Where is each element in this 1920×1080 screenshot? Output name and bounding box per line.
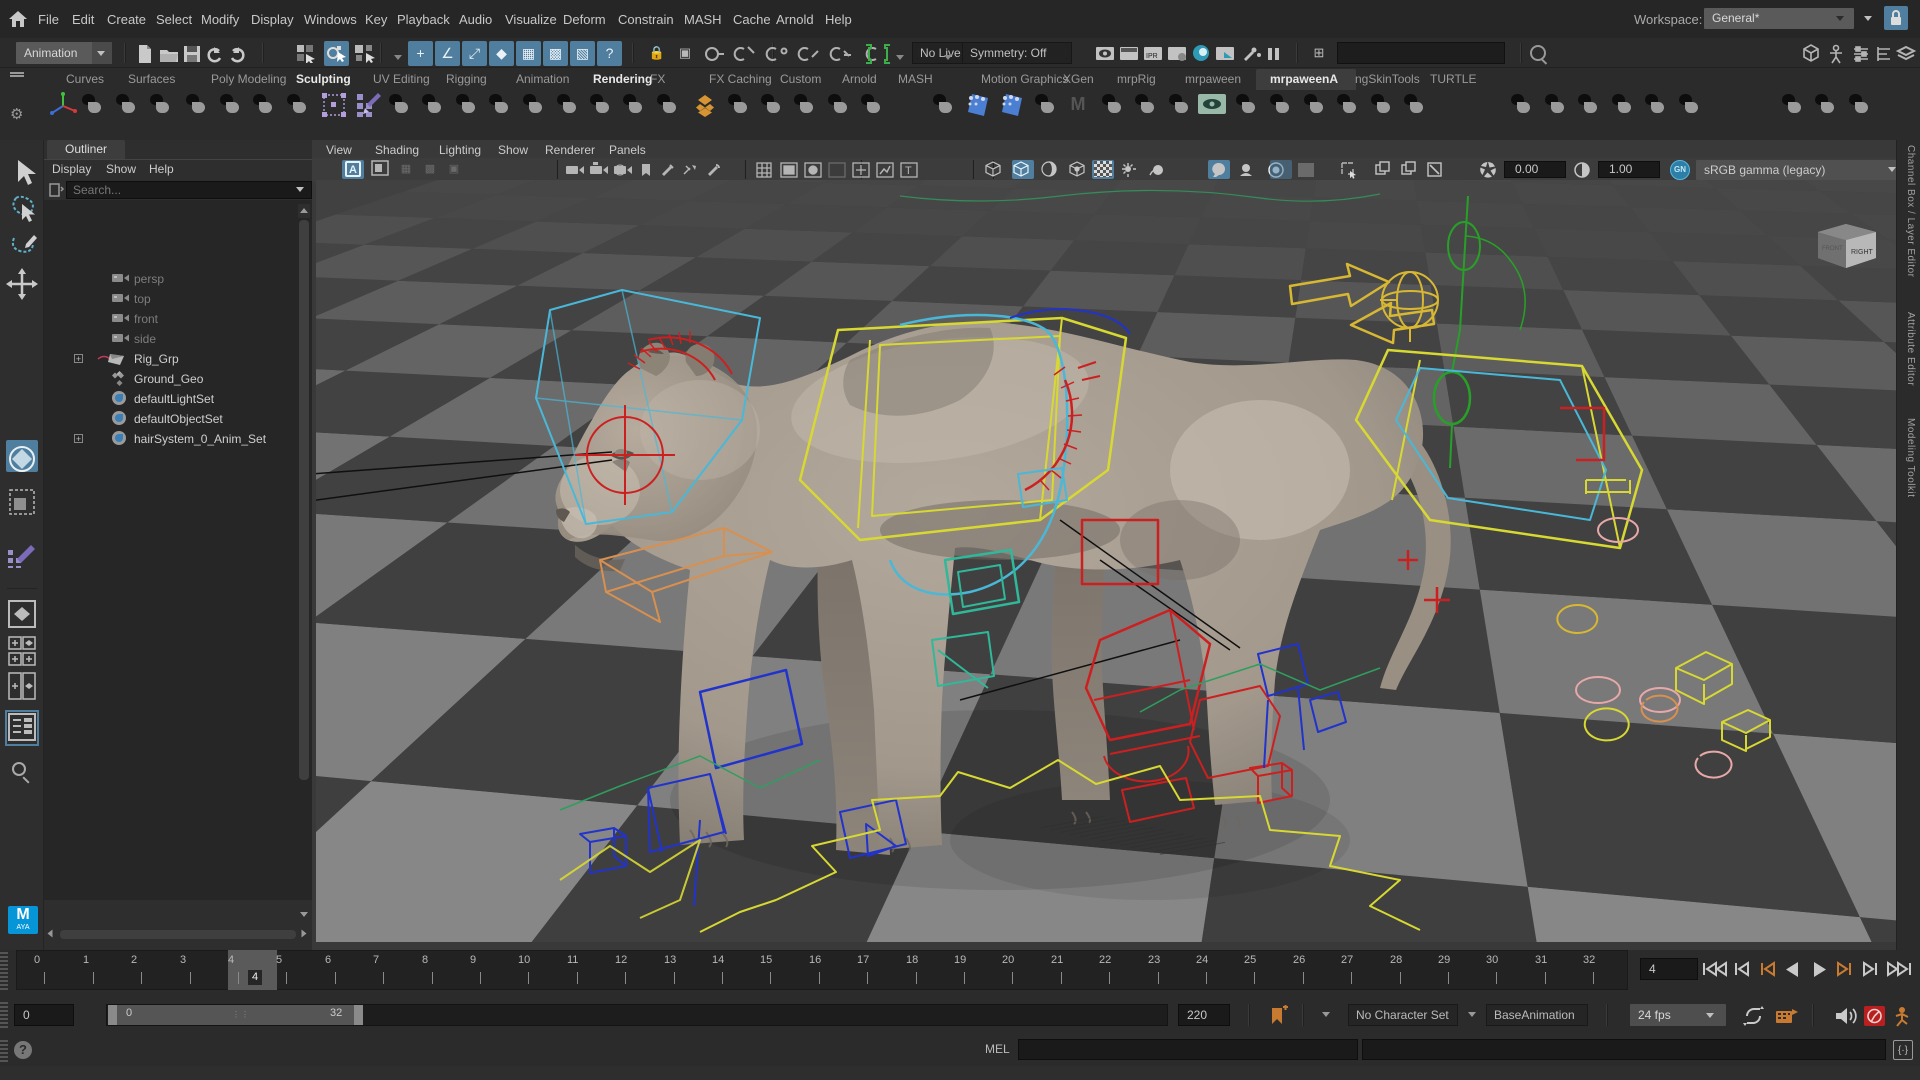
svg-text:FRONT: FRONT: [1822, 246, 1843, 252]
svg-text:T: T: [905, 165, 912, 177]
svg-text:RIGHT: RIGHT: [1851, 249, 1874, 256]
svg-text:IPR: IPR: [1146, 53, 1158, 60]
